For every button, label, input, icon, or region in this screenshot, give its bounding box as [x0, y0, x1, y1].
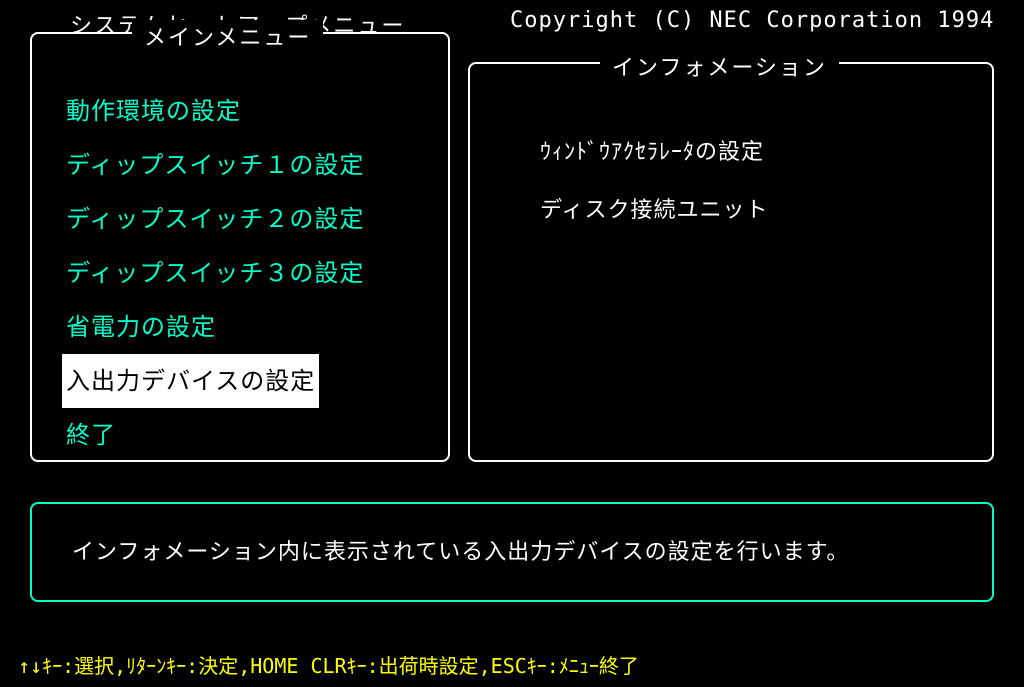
menu-item-dipswitch-1[interactable]: ディップスイッチ１の設定	[62, 138, 368, 192]
information-list: ｳｨﾝﾄﾞｳｱｸｾﾗﾚｰﾀの設定 ディスク接続ユニット	[470, 84, 992, 240]
main-menu-list: 動作環境の設定 ディップスイッチ１の設定 ディップスイッチ２の設定 ディップスイ…	[32, 54, 448, 462]
copyright-text: Copyright (C) NEC Corporation 1994	[450, 8, 1024, 40]
description-panel: インフォメーション内に表示されている入出力デバイスの設定を行います。	[30, 502, 994, 602]
key-help-text: ↑↓ｷｰ:選択,ﾘﾀｰﾝｷｰ:決定,HOME CLRｷｰ:出荷時設定,ESCｷｰ…	[18, 650, 639, 679]
main-menu-title: メインメニュー	[132, 20, 323, 52]
menu-item-dipswitch-2[interactable]: ディップスイッチ２の設定	[62, 192, 368, 246]
description-text: インフォメーション内に表示されている入出力デバイスの設定を行います。	[72, 534, 952, 566]
information-panel: インフォメーション ｳｨﾝﾄﾞｳｱｸｾﾗﾚｰﾀの設定 ディスク接続ユニット	[468, 62, 994, 462]
info-item-window-accelerator: ｳｨﾝﾄﾞｳｱｸｾﾗﾚｰﾀの設定	[540, 124, 992, 182]
main-menu-panel: メインメニュー 動作環境の設定 ディップスイッチ１の設定 ディップスイッチ２の設…	[30, 32, 450, 462]
information-title: インフォメーション	[600, 50, 839, 82]
menu-item-io-devices[interactable]: 入出力デバイスの設定	[62, 354, 319, 408]
info-item-disk-unit: ディスク接続ユニット	[540, 182, 992, 240]
menu-item-dipswitch-3[interactable]: ディップスイッチ３の設定	[62, 246, 368, 300]
menu-item-power-save[interactable]: 省電力の設定	[62, 300, 220, 354]
menu-item-env-settings[interactable]: 動作環境の設定	[62, 84, 245, 138]
menu-item-exit[interactable]: 終了	[62, 408, 120, 462]
